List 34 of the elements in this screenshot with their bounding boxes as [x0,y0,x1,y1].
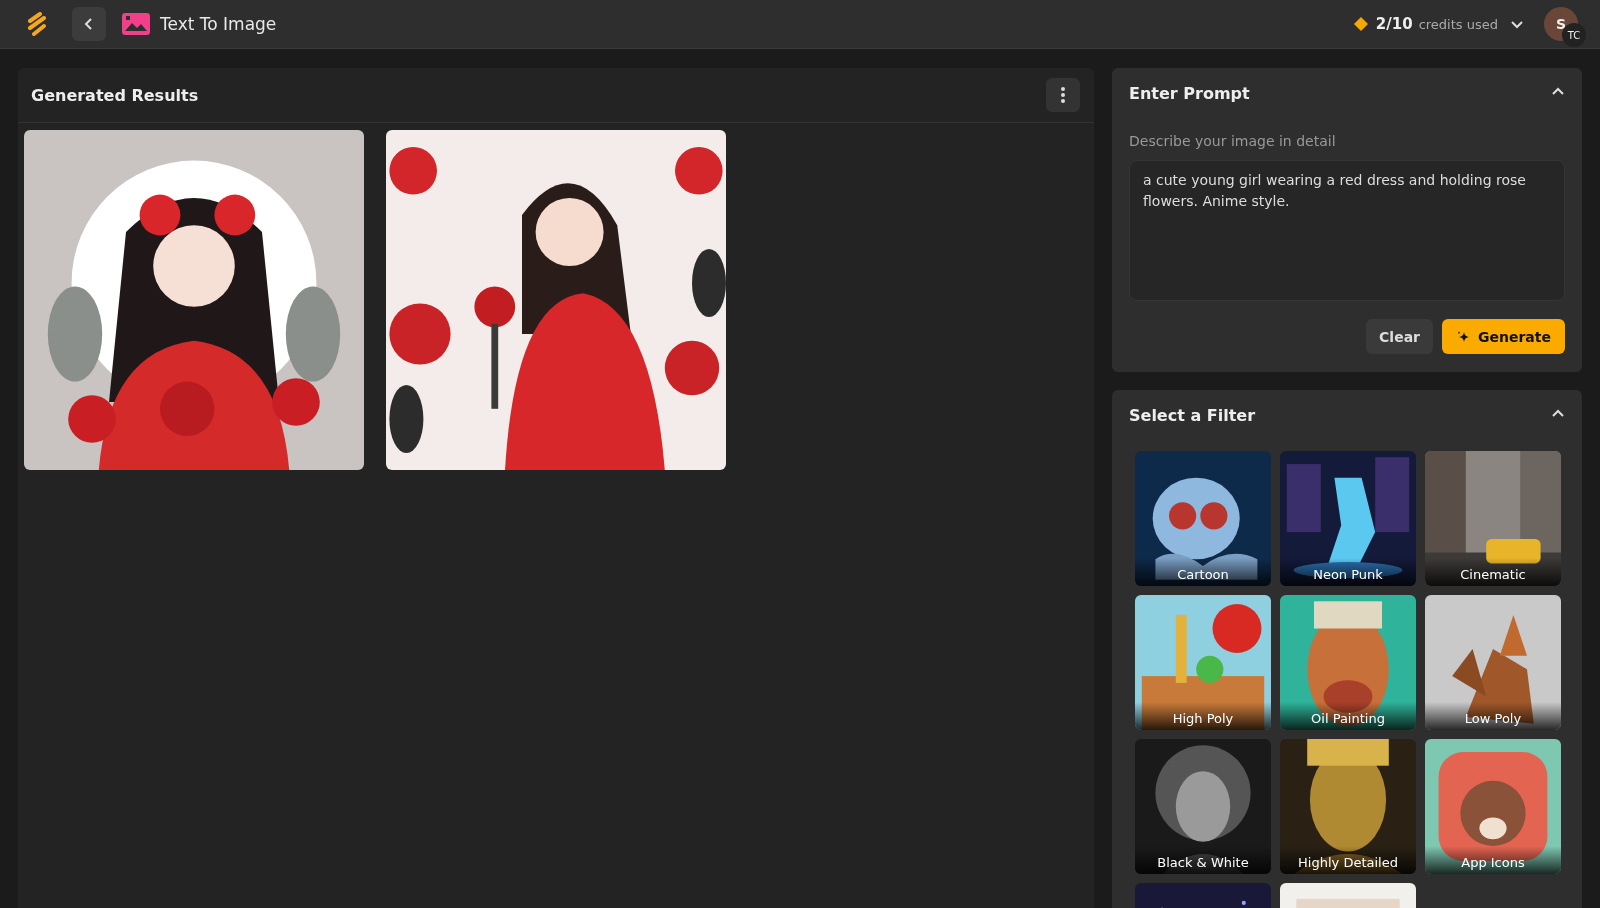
filter-label: App Icons [1425,846,1561,874]
filter-label: Cartoon [1135,558,1271,586]
filter-tile[interactable]: Low Poly [1425,595,1561,730]
diamond-icon [1353,17,1368,31]
field-label: Describe your image in detail [1129,133,1337,149]
filter-label: High Poly [1135,702,1271,730]
page-title: Text To Image [160,14,277,34]
logo-icon[interactable] [26,12,48,36]
filter-label: Highly Detailed [1280,846,1416,874]
more-button[interactable] [1046,78,1080,112]
filter-tile[interactable]: Cartoon [1135,451,1271,586]
image-icon [122,13,150,35]
credits-count: 2/10 [1375,15,1413,33]
back-icon [84,17,94,31]
clear-button[interactable]: Clear [1366,319,1433,354]
filter-tile[interactable]: High Poly [1135,595,1271,730]
generate-button[interactable]: Generate [1442,319,1565,354]
filter-tile[interactable]: App Icons [1425,739,1561,874]
filter-label: Neon Punk [1280,558,1416,586]
prompt-field[interactable]: a cute young girl wearing a red dress and holding rose flowers. Anime style. [1129,160,1565,301]
filter-tile[interactable]: Oil Painting [1280,595,1416,730]
filter-tile[interactable]: Neon Punk [1280,451,1416,586]
filter-tile[interactable]: Cinematic [1425,451,1561,586]
filter-label: Low Poly [1425,702,1561,730]
filter-tile[interactable]: Black & White [1135,739,1271,874]
more-icon [1061,87,1065,103]
panel-title: Generated Results [31,85,199,105]
credits-label: credits used [1418,16,1498,32]
filter-label: Cinematic [1425,558,1561,586]
filter-tile[interactable]: Highly Detailed [1280,739,1416,874]
card-title: Select a Filter [1129,406,1256,425]
filter-label: Oil Painting [1280,702,1416,730]
card-title: Enter Prompt [1129,84,1250,103]
back-button[interactable] [72,7,106,41]
